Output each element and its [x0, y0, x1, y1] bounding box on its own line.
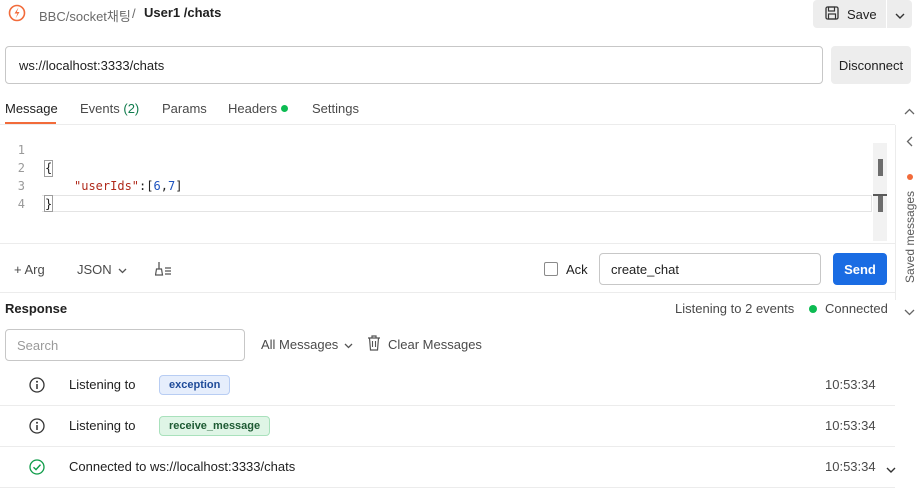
- message-row[interactable]: Listening to receive_message 10:53:34: [0, 406, 895, 447]
- code-comma: ,: [160, 179, 168, 193]
- chevron-down-icon[interactable]: [886, 461, 896, 476]
- tab-events-label: Events: [80, 101, 120, 116]
- message-filter-label: All Messages: [261, 337, 339, 352]
- tab-headers[interactable]: Headers: [228, 101, 289, 116]
- code-close-brace: }: [45, 197, 53, 211]
- search-input[interactable]: [5, 329, 245, 361]
- request-title[interactable]: User1 /chats: [144, 5, 221, 20]
- line-number: 1: [17, 143, 25, 157]
- check-circle-icon: [29, 459, 45, 475]
- code-key: "userIds": [74, 179, 140, 193]
- message-row[interactable]: Listening to exception 10:53:34: [0, 365, 895, 406]
- postman-logo-icon: [8, 4, 26, 22]
- save-icon: [825, 5, 839, 23]
- info-icon: [29, 418, 45, 434]
- format-label: JSON: [77, 262, 112, 277]
- response-title: Response: [5, 301, 68, 316]
- event-badge: exception: [159, 375, 231, 395]
- chevron-left-icon[interactable]: [906, 135, 913, 150]
- editor-scrollbar[interactable]: [873, 143, 887, 241]
- tab-message[interactable]: Message: [5, 101, 58, 116]
- scrollbar-thumb[interactable]: [878, 196, 883, 212]
- saved-messages-indicator-dot: [907, 174, 913, 180]
- line-number: 4: [17, 197, 25, 211]
- code-open-brace: {: [45, 161, 53, 175]
- saved-messages-tab[interactable]: Saved messages: [903, 191, 917, 283]
- add-arg-button[interactable]: + Arg: [14, 262, 45, 277]
- message-text: Connected to ws://localhost:3333/chats: [69, 459, 296, 474]
- beautify-icon[interactable]: [154, 261, 173, 280]
- tab-headers-label: Headers: [228, 101, 278, 116]
- message-text: Listening to: [69, 418, 136, 433]
- line-number: 3: [17, 179, 25, 193]
- ack-checkbox[interactable]: [544, 262, 558, 276]
- chevron-down-icon[interactable]: [904, 304, 915, 319]
- info-icon: [29, 377, 45, 393]
- message-filter-select[interactable]: All Messages: [261, 337, 353, 352]
- clear-messages-label: Clear Messages: [388, 337, 482, 352]
- tab-events-count: (2): [123, 101, 140, 116]
- editor-divider: [0, 243, 895, 244]
- save-button[interactable]: Save: [813, 0, 886, 28]
- tab-events[interactable]: Events (2): [80, 101, 139, 116]
- scrollbar-thumb[interactable]: [878, 159, 883, 176]
- breadcrumb-collection[interactable]: BBC/socket채팅: [39, 6, 131, 25]
- save-label: Save: [847, 6, 877, 22]
- listening-count: Listening to 2 events: [675, 301, 795, 316]
- clear-messages-button[interactable]: Clear Messages: [367, 335, 482, 354]
- breadcrumb-separator: /: [132, 6, 136, 21]
- chevron-up-icon[interactable]: [904, 103, 915, 118]
- event-name-input[interactable]: create_chat: [599, 253, 821, 285]
- status-dot: [809, 305, 817, 313]
- message-time: 10:53:34: [825, 377, 876, 392]
- message-time: 10:53:34: [825, 459, 876, 474]
- chevron-down-icon: [895, 7, 905, 22]
- toolbar-divider: [0, 292, 895, 293]
- trash-icon: [367, 335, 381, 354]
- code-bracket-close: ]: [175, 179, 183, 193]
- code-number: 6: [153, 179, 161, 193]
- side-panel-divider: [895, 125, 896, 300]
- tab-params[interactable]: Params: [162, 101, 207, 116]
- send-button[interactable]: Send: [833, 253, 887, 285]
- line-number: 2: [17, 161, 25, 175]
- ack-label: Ack: [566, 262, 588, 277]
- headers-indicator-dot: [281, 105, 289, 112]
- save-options-button[interactable]: [887, 0, 912, 28]
- url-input[interactable]: ws://localhost:3333/chats: [5, 46, 823, 84]
- disconnect-button[interactable]: Disconnect: [831, 46, 911, 84]
- format-select[interactable]: JSON: [77, 262, 127, 277]
- message-time: 10:53:34: [825, 418, 876, 433]
- message-row[interactable]: Connected to ws://localhost:3333/chats 1…: [0, 447, 896, 488]
- tabs-divider: [0, 124, 895, 125]
- code-bracket-open: [: [146, 179, 154, 193]
- chevron-down-icon: [344, 337, 353, 352]
- code-line-userids: "userIds":[6,7]: [74, 179, 182, 193]
- tab-settings[interactable]: Settings: [312, 101, 359, 116]
- current-line-highlight: [42, 195, 872, 212]
- event-badge: receive_message: [159, 416, 271, 436]
- connection-status: Connected: [825, 301, 888, 316]
- chevron-down-icon: [118, 262, 127, 277]
- message-text: Listening to: [69, 377, 136, 392]
